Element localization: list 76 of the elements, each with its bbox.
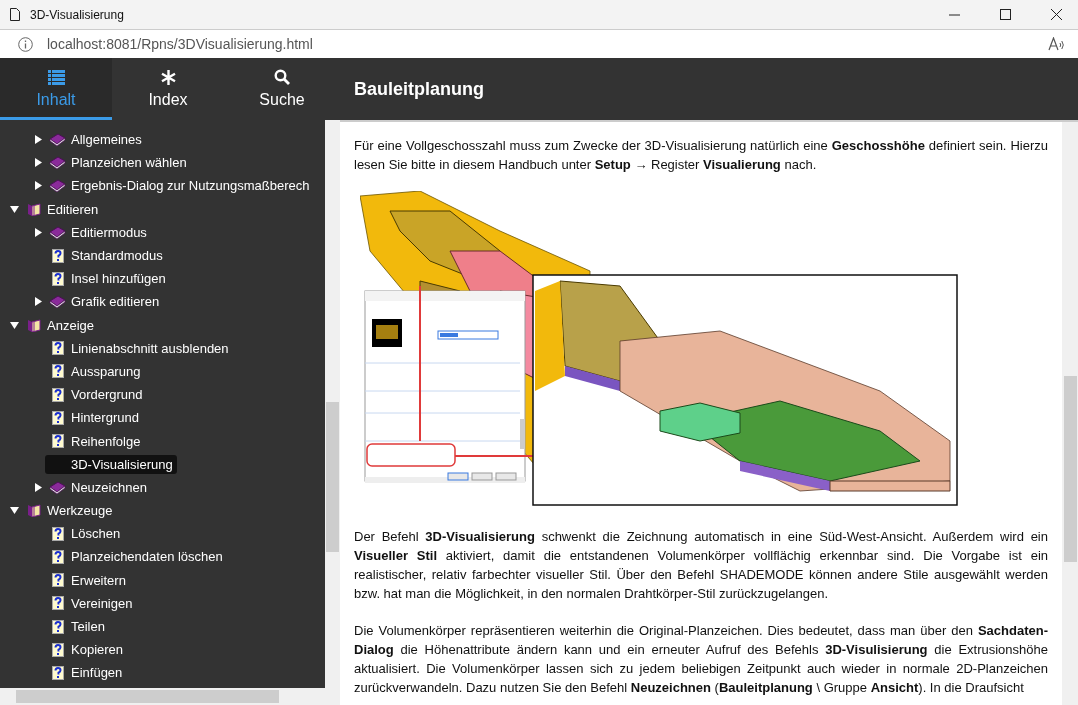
- help-page-icon: [51, 271, 64, 286]
- help-page-icon: [51, 387, 64, 402]
- paragraph: Der Befehl 3D-Visualisierung schwenkt die Zeichnung automatisch in eine Süd-West-Ansicht. Außerdem wird ein Visueller Stil aktiviert, damit die entstandenen Volumenkörper vollflächig erkennbar sind. Die Vorgabe ist ein realistischer, relativ farbechter visueller Stil. Über den Befehl SHADEMODE können andere Stile ausgewählt werden bzw. hat man die Möglichkeit, in den normalen Drahtkörper-Stil zurückzugelangen.: [354, 528, 1048, 603]
- open-book-icon: [26, 202, 41, 216]
- caret-icon[interactable]: [34, 158, 42, 168]
- tree-item[interactable]: Anzeige: [43, 315, 98, 335]
- help-page-icon: [51, 596, 64, 611]
- page-title: Bauleitplanung: [354, 78, 484, 100]
- tree-item[interactable]: Allgemeines: [67, 130, 146, 150]
- read-aloud-icon[interactable]: [1048, 37, 1064, 51]
- tree-item[interactable]: Erweitern: [67, 570, 130, 590]
- book-icon: [49, 295, 66, 309]
- help-page-icon: [51, 410, 64, 425]
- caret-icon[interactable]: [34, 181, 42, 191]
- vertical-scrollbar[interactable]: [1062, 122, 1078, 705]
- tree-item[interactable]: Editieren: [43, 199, 103, 219]
- nav-tab[interactable]: Suche: [224, 58, 340, 120]
- help-page-icon: [51, 642, 64, 657]
- help-page-icon: [51, 573, 64, 588]
- help-page-icon: [51, 434, 64, 449]
- tree-item[interactable]: Editiermodus: [67, 222, 151, 242]
- nav-tab[interactable]: Inhalt: [0, 58, 112, 120]
- tree-item[interactable]: Grafik editieren: [67, 292, 164, 312]
- open-book-icon: [26, 504, 41, 518]
- caret-icon[interactable]: [9, 321, 19, 329]
- caret-icon[interactable]: [34, 297, 42, 307]
- address-url[interactable]: localhost:8081/Rpns/3DVisualisierung.html: [47, 36, 313, 52]
- tree-item[interactable]: Standardmodus: [67, 246, 167, 266]
- page-icon: [10, 8, 20, 21]
- horizontal-scrollbar[interactable]: [0, 688, 340, 705]
- help-page-icon: [51, 665, 64, 680]
- tree-item[interactable]: Insel hinzufügen: [67, 269, 170, 289]
- help-page-icon: [51, 341, 64, 356]
- help-page-icon: [51, 549, 64, 564]
- search-icon: [274, 69, 290, 85]
- nav-tab[interactable]: Index: [112, 58, 224, 120]
- tree-item[interactable]: Einfügen: [67, 663, 127, 683]
- open-book-icon: [26, 318, 41, 332]
- window-title: 3D-Visualisierung: [30, 7, 124, 22]
- asterisk-icon: [160, 69, 176, 85]
- caret-icon[interactable]: [34, 135, 42, 145]
- help-page-icon: [51, 248, 64, 263]
- help-page-icon: [51, 619, 64, 634]
- caret-icon[interactable]: [34, 227, 42, 237]
- paragraph: Die Volumenkörper repräsentieren weiterhin die Original-Planzeichen. Dies bedeutet, dass man über den Sachdaten-Dialog die Höhenattribute ändern kann und ein erneuter Aufruf des Befehls 3D-Visulisierung die Extrusionshöhe aktualisiert. Die Volumenkörper lassen sich zu jedem beliebigen Zeitpunkt auch wieder in normale 2D-Planzeichen zurückverwandeln. Dazu nutzen Sie den Befehl Neuzeichnen (Bauleitplanung \ Gruppe Ansicht). In die Draufsicht: [354, 622, 1048, 697]
- help-page-icon: [51, 526, 64, 541]
- close-icon[interactable]: [1051, 9, 1062, 20]
- tree-item[interactable]: Aussparung: [67, 361, 145, 381]
- tree-item[interactable]: Hintergrund: [67, 408, 143, 428]
- caret-icon[interactable]: [34, 482, 42, 492]
- tree-item[interactable]: Vordergrund: [67, 385, 147, 405]
- tree-item[interactable]: Neuzeichnen: [67, 477, 151, 497]
- book-icon: [49, 480, 66, 494]
- caret-icon[interactable]: [9, 205, 19, 213]
- tree-item[interactable]: Werkzeuge: [43, 501, 117, 521]
- list-icon: [47, 69, 65, 85]
- book-icon: [49, 156, 66, 170]
- tree-item[interactable]: Planzeichendaten löschen: [67, 547, 227, 567]
- info-icon[interactable]: [18, 36, 33, 52]
- tree-item[interactable]: Vereinigen: [67, 593, 137, 613]
- book-icon: [49, 179, 66, 193]
- vertical-scrollbar[interactable]: [325, 120, 340, 688]
- tree-item[interactable]: Ergebnis-Dialog zur Nutzungsmaßberech: [67, 176, 314, 196]
- tree-item[interactable]: Planzeichen wählen: [67, 153, 191, 173]
- tree-item[interactable]: Teilen: [67, 617, 109, 637]
- maximize-icon[interactable]: [1000, 9, 1011, 20]
- book-icon: [49, 225, 66, 239]
- book-icon: [49, 133, 66, 147]
- tree-item[interactable]: Kopieren: [67, 640, 128, 660]
- tree-item[interactable]: Linienabschnitt ausblenden: [67, 338, 233, 358]
- tree-item[interactable]: Reihenfolge: [67, 431, 145, 451]
- tree-item[interactable]: 3D-Visualisierung: [45, 454, 177, 474]
- caret-icon[interactable]: [9, 507, 19, 515]
- help-page-icon: [51, 364, 64, 379]
- tree-item[interactable]: Löschen: [67, 524, 125, 544]
- paragraph: Für eine Vollgeschosszahl muss zum Zwecke der 3D-Visualisierung natürlich eine Geschosshöhe definiert sein. Hierzu lesen Sie bitte in diesem Handbuch unter Setup → Register Visualierung nach.: [354, 137, 1048, 174]
